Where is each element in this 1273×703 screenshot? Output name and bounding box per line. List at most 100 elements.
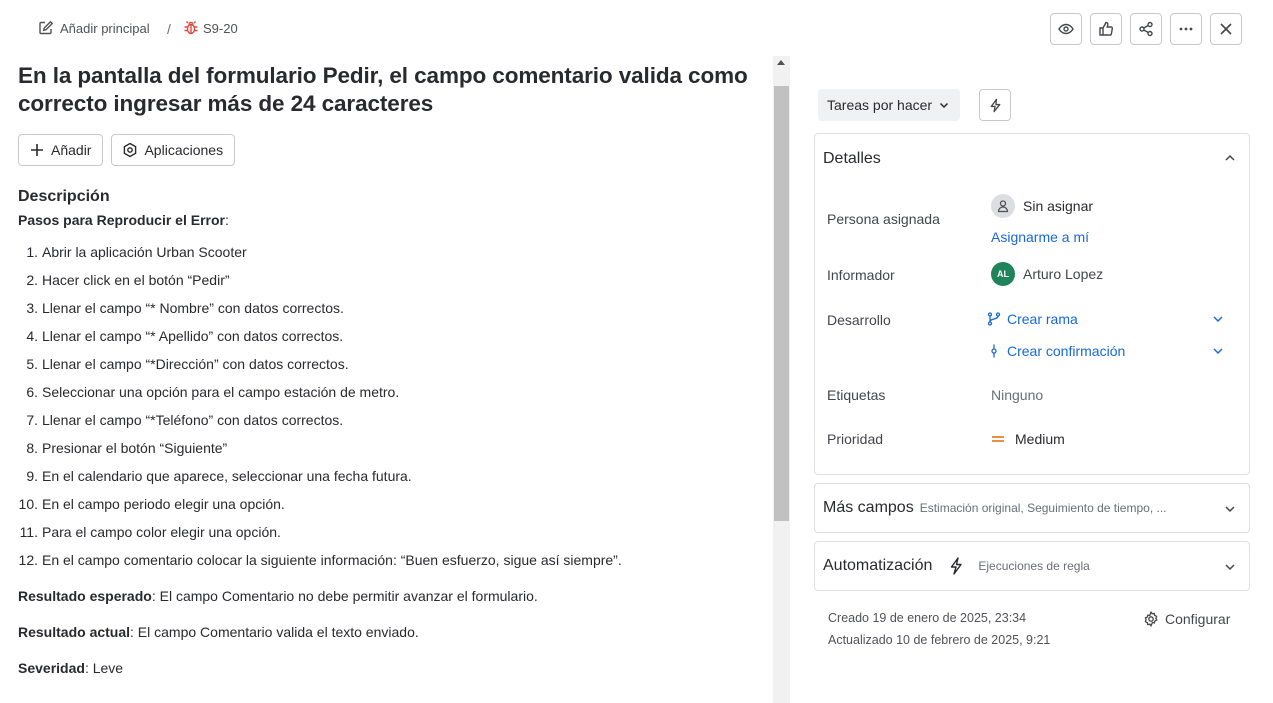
severity-text: : Leve: [84, 660, 124, 676]
step-text: En el campo periodo elegir una opción.: [42, 496, 285, 512]
create-branch-link[interactable]: Crear rama: [987, 311, 1078, 327]
plus-icon: [31, 144, 43, 156]
chevron-down-icon: [940, 102, 949, 109]
list-item: 10. En el campo periodo elegir una opción…: [18, 496, 758, 524]
bug-icon: [184, 21, 198, 35]
priority-name: Medium: [1015, 431, 1065, 447]
status-label: Tareas por hacer: [827, 97, 933, 113]
step-number: 3.: [26, 300, 38, 316]
issue-title[interactable]: En la pantalla del formulario Pedir, el …: [18, 62, 758, 118]
step-text: Para el campo color elegir una opción.: [42, 524, 281, 540]
step-number: 9.: [26, 468, 38, 484]
share-button[interactable]: [1130, 13, 1162, 45]
step-text: Llenar el campo “*Teléfono” con datos co…: [42, 412, 344, 428]
issue-main-content: En la pantalla del formulario Pedir, el …: [18, 62, 758, 688]
step-text: Presionar el botón “Siguiente”: [42, 440, 228, 456]
step-number: 7.: [26, 412, 38, 428]
chevron-up-icon[interactable]: [1223, 151, 1237, 165]
automation-heading: Automatización: [823, 557, 933, 574]
more-fields-subtitle: Estimación original, Seguimiento de tiem…: [919, 501, 1167, 515]
avatar: AL: [991, 262, 1015, 286]
list-item: 2. Hacer click en el botón “Pedir”: [18, 272, 758, 300]
vote-button[interactable]: [1090, 13, 1122, 45]
edit-icon: [39, 20, 54, 35]
list-item: 4. Llenar el campo “* Apellido” con datos…: [18, 328, 758, 356]
add-button-label: Añadir: [51, 142, 92, 158]
more-actions-button[interactable]: [1170, 13, 1202, 45]
list-item: 8. Presionar el botón “Siguiente”: [18, 440, 758, 468]
lightning-icon: [990, 98, 1000, 112]
more-fields-heading: Más campos: [823, 499, 914, 516]
scrollbar-thumb[interactable]: [774, 86, 789, 521]
list-item: 12. En el campo comentario colocar la sig…: [18, 552, 758, 580]
expected-result: Resultado esperado: El campo Comentario …: [18, 588, 758, 616]
steps-list: 1. Abrir la aplicación Urban Scooter 2. Ha…: [18, 244, 758, 580]
chevron-down-icon[interactable]: [1223, 502, 1237, 516]
avatar: [991, 194, 1015, 218]
assignee-label: Persona asignada: [827, 211, 940, 227]
close-button[interactable]: [1210, 13, 1242, 45]
status-dropdown[interactable]: Tareas por hacer: [818, 89, 961, 121]
person-icon: [997, 200, 1009, 213]
priority-value[interactable]: Medium: [989, 431, 1065, 447]
step-text: Hacer click en el botón “Pedir”: [42, 272, 230, 288]
create-branch-label: Crear rama: [1007, 311, 1078, 327]
issue-key-link[interactable]: S9-20: [183, 20, 238, 36]
create-commit-label: Crear confirmación: [1007, 343, 1126, 359]
more-fields-panel[interactable]: Más campos Estimación original, Seguimie…: [814, 483, 1250, 533]
automation-panel[interactable]: Automatización Ejecuciones de regla: [814, 541, 1250, 591]
configure-label: Configurar: [1165, 611, 1231, 627]
thumbs-up-icon: [1099, 21, 1113, 36]
chevron-down-icon[interactable]: [1211, 344, 1225, 358]
issue-top-bar: Añadir principal / S9-20: [0, 0, 1273, 58]
apps-button[interactable]: Aplicaciones: [111, 134, 236, 166]
quick-actions-button[interactable]: [979, 89, 1011, 121]
add-button[interactable]: Añadir: [18, 134, 104, 166]
list-item: 9. En el calendario que aparece, seleccio…: [18, 468, 758, 496]
step-number: 6.: [26, 384, 38, 400]
step-text: En el campo comentario colocar la siguie…: [42, 552, 622, 568]
step-text: Llenar el campo “* Apellido” con datos c…: [42, 328, 344, 344]
labels-value[interactable]: Ninguno: [991, 387, 1043, 403]
step-number: 11.: [19, 524, 38, 540]
assign-to-me-link[interactable]: Asignarme a mí: [991, 229, 1089, 245]
description-heading: Descripción: [18, 188, 110, 205]
issue-action-buttons: Añadir Aplicaciones: [18, 134, 758, 166]
details-heading[interactable]: Detalles: [823, 150, 881, 168]
watch-button[interactable]: [1050, 13, 1082, 45]
actual-result: Resultado actual: El campo Comentario va…: [18, 624, 758, 652]
scroll-up-icon[interactable]: [777, 60, 785, 65]
assignee-value[interactable]: Sin asignar: [991, 194, 1093, 218]
eye-icon: [1058, 23, 1074, 35]
reporter-name: Arturo Lopez: [1023, 266, 1104, 282]
add-parent-label: Añadir principal: [60, 20, 150, 36]
apps-icon: [124, 142, 137, 158]
updated-date: Actualizado 10 de febrero de 2025, 9:21: [828, 633, 1051, 647]
step-number: 1.: [26, 244, 38, 260]
assignee-name: Sin asignar: [1023, 198, 1094, 214]
priority-medium-icon: [992, 436, 1004, 442]
content-scrollbar[interactable]: [773, 56, 790, 703]
chevron-down-icon[interactable]: [1223, 560, 1237, 574]
branch-icon: [987, 312, 1001, 326]
list-item: 5. Llenar el campo “*Dirección” con datos…: [18, 356, 758, 384]
automation-header: Automatización Ejecuciones de regla: [823, 557, 1090, 575]
actual-result-text: : El campo Comentario valida el texto en…: [130, 624, 419, 640]
configure-button[interactable]: Configurar: [1143, 611, 1230, 627]
share-icon: [1139, 21, 1153, 37]
details-panel: Detalles Persona asignada Sin asignar As…: [814, 133, 1250, 475]
step-number: 8.: [26, 440, 38, 456]
list-item: 3. Llenar el campo “* Nombre” con datos c…: [18, 300, 758, 328]
create-commit-link[interactable]: Crear confirmación: [987, 343, 1125, 359]
apps-button-label: Aplicaciones: [144, 142, 224, 158]
reporter-value[interactable]: AL Arturo Lopez: [991, 262, 1103, 286]
labels-label: Etiquetas: [827, 387, 886, 403]
expected-result-text: : El campo Comentario no debe permitir a…: [151, 588, 538, 604]
reporter-label: Informador: [827, 267, 895, 283]
chevron-down-icon[interactable]: [1211, 312, 1225, 326]
step-number: 10.: [18, 496, 38, 512]
breadcrumb-separator: /: [167, 21, 171, 37]
severity: Severidad: Leve: [18, 660, 758, 688]
add-parent-link[interactable]: Añadir principal: [38, 20, 150, 36]
actual-result-label: Resultado actual: [18, 624, 131, 640]
